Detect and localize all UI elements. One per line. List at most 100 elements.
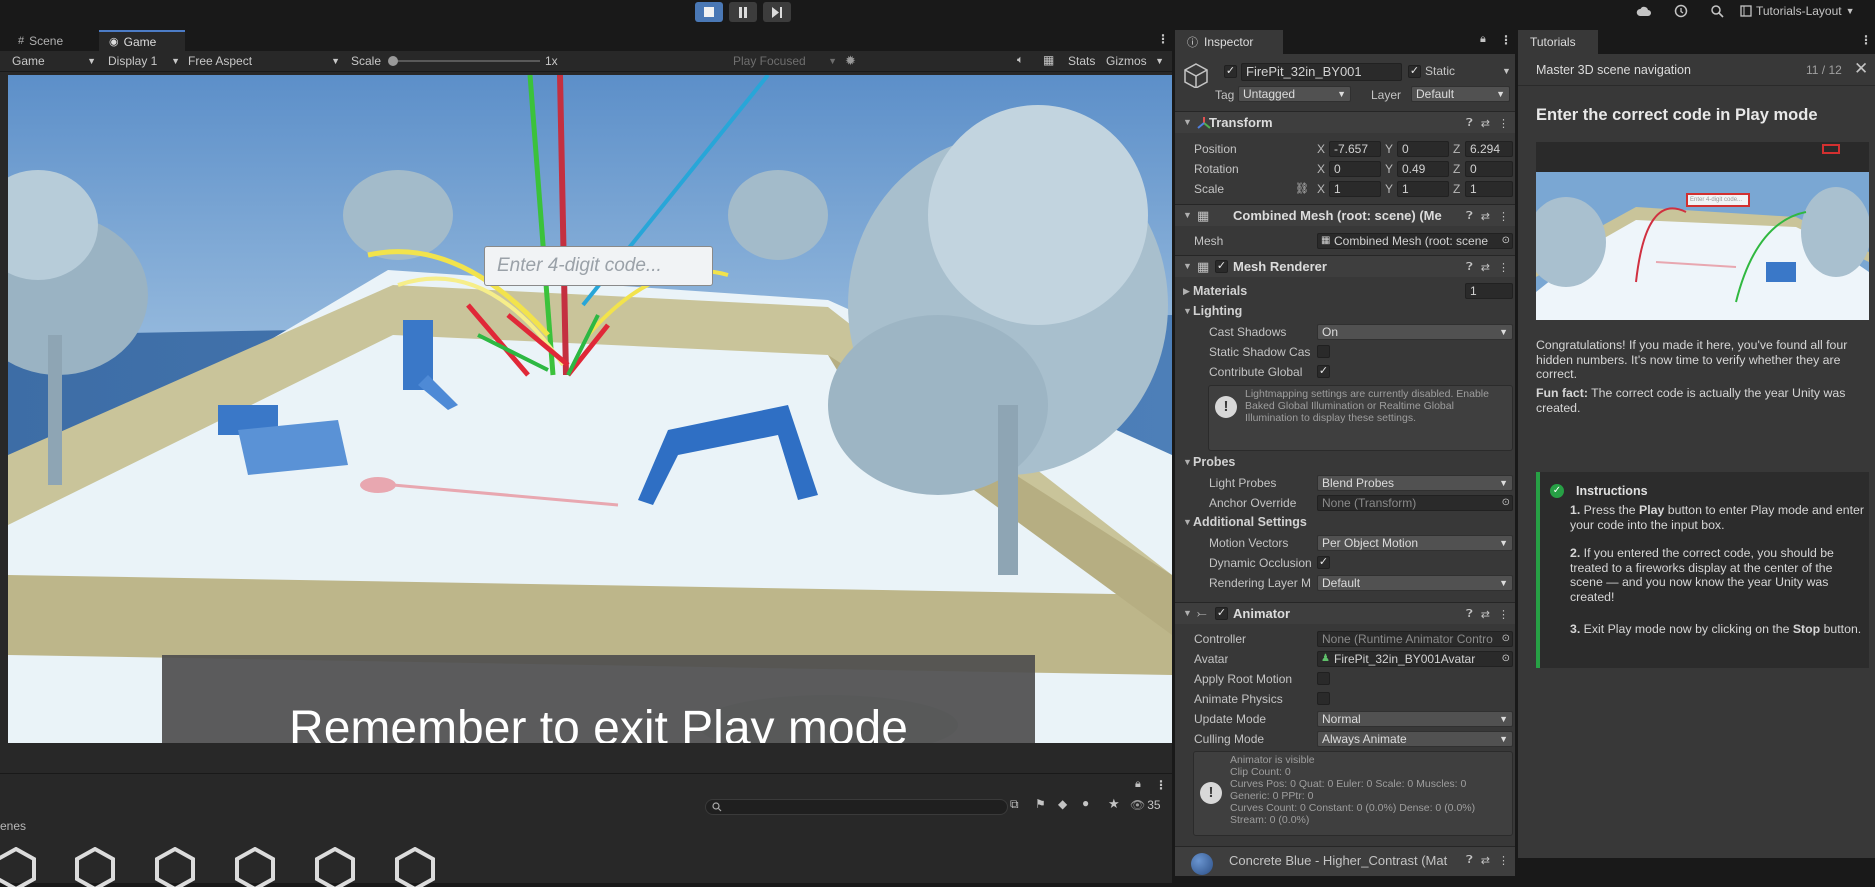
scale-z-field[interactable]: 1 <box>1465 181 1513 197</box>
layer-dropdown[interactable]: Default ▼ <box>1411 86 1510 102</box>
mesh-renderer-header[interactable]: ▼ ▦ ✓ Mesh Renderer ❓︎ ⇄ ⋮ <box>1175 255 1515 277</box>
probes-label[interactable]: Probes <box>1193 455 1235 469</box>
more-options-icon[interactable]: ⋮ <box>1498 210 1509 223</box>
object-name-field[interactable]: FirePit_32in_BY001 <box>1241 63 1402 81</box>
foldout-arrow-icon[interactable]: ▼ <box>1183 210 1192 220</box>
mode-dropdown[interactable]: Game ▼ <box>12 54 96 68</box>
update-mode-dropdown[interactable]: Normal ▼ <box>1317 711 1513 727</box>
unity-box-icon[interactable] <box>315 847 355 887</box>
help-icon[interactable]: ❓︎ <box>1466 261 1473 274</box>
close-icon[interactable]: ✕ <box>1854 59 1868 79</box>
gizmos-dropdown[interactable]: Gizmos ▼ <box>1106 54 1164 68</box>
scale-slider[interactable] <box>388 56 540 66</box>
static-shadow-caster-checkbox[interactable] <box>1317 345 1330 358</box>
rendering-layer-dropdown[interactable]: Default ▼ <box>1317 575 1513 591</box>
object-picker-icon[interactable]: ⊙ <box>1502 632 1510 646</box>
active-checkbox[interactable]: ✓ <box>1224 65 1237 78</box>
unity-box-icon[interactable] <box>75 847 115 887</box>
materials-label[interactable]: Materials <box>1193 284 1247 298</box>
link-icon[interactable]: ⛓︎ <box>1295 182 1309 195</box>
static-chevron-down-icon[interactable]: ▼ <box>1502 66 1511 76</box>
material-header[interactable]: Concrete Blue - Higher_Contrast (Mat ❓︎ ⇄… <box>1175 846 1515 876</box>
stop-button[interactable] <box>695 2 723 22</box>
foldout-arrow-icon[interactable]: ▼ <box>1183 117 1192 127</box>
materials-foldout-icon[interactable]: ▶ <box>1183 286 1190 297</box>
position-x-field[interactable]: -7.657 <box>1329 141 1381 157</box>
transform-header[interactable]: ▼ Transform ❓︎ ⇄ ⋮ <box>1175 111 1515 133</box>
tab-game[interactable]: ◉ Game <box>99 30 185 51</box>
help-icon[interactable]: ❓︎ <box>1466 608 1473 621</box>
help-icon[interactable]: ❓︎ <box>1466 854 1473 867</box>
help-icon[interactable]: ❓︎ <box>1466 210 1473 223</box>
more-options-icon[interactable]: ⋮ <box>1498 608 1509 621</box>
lighting-label[interactable]: Lighting <box>1193 304 1242 318</box>
more-options-icon[interactable]: ⋮ <box>1155 778 1167 792</box>
additional-settings-label[interactable]: Additional Settings <box>1193 515 1307 529</box>
more-options-icon[interactable]: ⋮ <box>1498 261 1509 274</box>
tag-dropdown[interactable]: Untagged ▼ <box>1238 86 1351 102</box>
contribute-gi-checkbox[interactable]: ✓ <box>1317 365 1330 378</box>
scale-slider-thumb[interactable] <box>388 56 398 66</box>
probes-foldout-icon[interactable]: ▼ <box>1183 457 1192 467</box>
position-y-field[interactable]: 0 <box>1397 141 1449 157</box>
culling-mode-dropdown[interactable]: Always Animate ▼ <box>1317 731 1513 747</box>
aspect-dropdown[interactable]: Free Aspect ▼ <box>188 54 340 68</box>
game-viewport[interactable]: Enter 4-digit code... Remember to exit P… <box>8 75 1172 743</box>
object-picker-icon[interactable]: ⊙ <box>1502 234 1510 248</box>
more-options-icon[interactable]: ⋮ <box>1498 854 1509 867</box>
grid-icon[interactable]: ▦ <box>1043 53 1054 67</box>
dynamic-occlusion-checkbox[interactable]: ✓ <box>1317 556 1330 569</box>
animator-header[interactable]: ▼ ⤚ ✓ Animator ❓︎ ⇄ ⋮ <box>1175 602 1515 624</box>
apply-root-motion-checkbox[interactable] <box>1317 672 1330 685</box>
rotation-x-field[interactable]: 0 <box>1329 161 1381 177</box>
lock-icon[interactable]: 🔒︎ <box>1480 33 1486 46</box>
foldout-arrow-icon[interactable]: ▼ <box>1183 608 1192 618</box>
filter-type-icon[interactable]: ⧉ <box>1010 797 1019 812</box>
filter-label-icon[interactable]: ⚑ <box>1035 797 1046 811</box>
search-icon[interactable] <box>1710 4 1724 18</box>
display-dropdown[interactable]: Display 1 ▼ <box>108 54 180 68</box>
preset-icon[interactable]: ⇄ <box>1481 210 1490 223</box>
tab-inspector[interactable]: ⓘ Inspector <box>1175 30 1283 54</box>
motion-vectors-dropdown[interactable]: Per Object Motion ▼ <box>1317 535 1513 551</box>
animator-enabled-checkbox[interactable]: ✓ <box>1215 607 1228 620</box>
unity-box-icon[interactable] <box>155 847 195 887</box>
audio-icon[interactable]: 🔈︎ <box>1017 54 1024 67</box>
warning-filter-icon[interactable]: ● <box>1082 796 1089 810</box>
code-input[interactable]: Enter 4-digit code... <box>484 246 713 286</box>
tag-icon[interactable]: ◆ <box>1058 797 1067 811</box>
favorite-icon[interactable]: ★ <box>1108 796 1120 812</box>
pause-button[interactable] <box>729 2 757 22</box>
avatar-field[interactable]: ♟ FirePit_32in_BY001Avatar ⊙ <box>1317 651 1513 667</box>
lock-icon[interactable]: 🔒︎ <box>1135 778 1141 791</box>
preset-icon[interactable]: ⇄ <box>1481 261 1490 274</box>
additional-settings-foldout-icon[interactable]: ▼ <box>1183 517 1192 527</box>
more-options-icon[interactable]: ⋮ <box>1860 33 1872 47</box>
controller-field[interactable]: None (Runtime Animator Contro ⊙ <box>1317 631 1513 647</box>
layout-dropdown[interactable]: Tutorials-Layout ▼ <box>1740 4 1855 18</box>
unity-box-icon[interactable] <box>235 847 275 887</box>
preset-icon[interactable]: ⇄ <box>1481 117 1490 130</box>
preset-icon[interactable]: ⇄ <box>1481 854 1490 867</box>
lighting-foldout-icon[interactable]: ▼ <box>1183 306 1192 316</box>
animate-physics-checkbox[interactable] <box>1317 692 1330 705</box>
materials-count-field[interactable]: 1 <box>1465 283 1513 299</box>
rotation-z-field[interactable]: 0 <box>1465 161 1513 177</box>
unity-box-icon[interactable] <box>0 847 36 887</box>
cast-shadows-dropdown[interactable]: On ▼ <box>1317 324 1513 340</box>
static-checkbox[interactable]: ✓ <box>1408 65 1421 78</box>
position-z-field[interactable]: 6.294 <box>1465 141 1513 157</box>
mesh-filter-header[interactable]: ▼ ▦ Combined Mesh (root: scene) (Me ❓︎ ⇄ ⋮ <box>1175 204 1515 226</box>
rotation-y-field[interactable]: 0.49 <box>1397 161 1449 177</box>
stats-button[interactable]: Stats <box>1068 54 1095 68</box>
mesh-renderer-enabled-checkbox[interactable]: ✓ <box>1215 260 1228 273</box>
more-options-icon[interactable]: ⋮ <box>1157 32 1169 46</box>
preset-icon[interactable]: ⇄ <box>1481 608 1490 621</box>
project-search-input[interactable] <box>705 799 1008 815</box>
scale-y-field[interactable]: 1 <box>1397 181 1449 197</box>
more-options-icon[interactable]: ⋮ <box>1500 33 1512 47</box>
anchor-override-field[interactable]: None (Transform) ⊙ <box>1317 495 1513 511</box>
scale-x-field[interactable]: 1 <box>1329 181 1381 197</box>
more-options-icon[interactable]: ⋮ <box>1498 117 1509 130</box>
light-probes-dropdown[interactable]: Blend Probes ▼ <box>1317 475 1513 491</box>
